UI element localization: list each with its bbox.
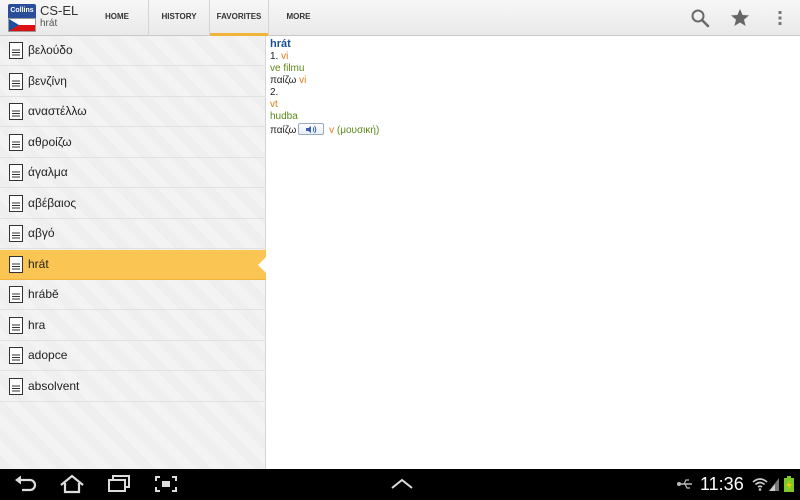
- document-icon: [9, 73, 23, 90]
- list-item-label: αναστέλλω: [28, 104, 87, 118]
- sense-number: 1.: [270, 51, 279, 62]
- action-bar: Collins CS-EL hrát HOME HISTORY FAVORITE…: [0, 0, 800, 36]
- usage-note: (μουσική): [336, 125, 380, 136]
- wifi-icon: [752, 478, 768, 491]
- list-item[interactable]: adopce: [0, 341, 266, 371]
- list-item[interactable]: βενζίνη: [0, 67, 266, 97]
- list-item-label: adopce: [28, 348, 68, 362]
- list-item[interactable]: άγαλμα: [0, 158, 266, 188]
- recent-apps-icon[interactable]: [105, 474, 133, 494]
- list-item-label: hra: [28, 318, 46, 332]
- list-item-label: absolvent: [28, 379, 80, 393]
- part-of-speech: vi: [281, 51, 289, 62]
- document-icon: [9, 317, 23, 334]
- list-item-label: βελούδο: [28, 43, 73, 57]
- list-item[interactable]: βελούδο: [0, 36, 266, 66]
- flag-icon: [8, 18, 36, 32]
- tab-history[interactable]: HISTORY: [148, 0, 209, 36]
- entry-headword: hrát: [270, 38, 291, 50]
- translation[interactable]: παίζω: [270, 125, 296, 136]
- list-item-label: αθροίζω: [28, 135, 72, 149]
- sense-number: 2.: [270, 87, 279, 98]
- tab-more[interactable]: MORE: [268, 0, 328, 36]
- document-icon: [9, 103, 23, 120]
- chevron-up-icon[interactable]: [388, 474, 416, 494]
- tab-home[interactable]: HOME: [86, 0, 148, 36]
- document-icon: [9, 286, 23, 303]
- list-item[interactable]: αβέβαιος: [0, 189, 266, 219]
- home-icon[interactable]: [58, 474, 86, 494]
- battery-charging-icon: [784, 476, 794, 492]
- list-item-label: hrábě: [28, 287, 59, 301]
- document-icon: [9, 225, 23, 242]
- sense-context: hudba: [270, 111, 298, 122]
- clock: 11:36: [700, 474, 744, 494]
- list-item-label: βενζίνη: [28, 74, 67, 88]
- list-item[interactable]: hra: [0, 311, 266, 341]
- list-item-selected[interactable]: hrát: [0, 250, 267, 280]
- list-item-label: αβέβαιος: [28, 196, 77, 210]
- document-icon: [9, 42, 23, 59]
- list-item[interactable]: αβγό: [0, 219, 266, 249]
- part-of-speech: vt: [270, 99, 278, 110]
- list-item-label: άγαλμα: [28, 165, 68, 179]
- app-icon[interactable]: Collins: [8, 4, 36, 32]
- title-block[interactable]: CS-EL hrát: [40, 3, 78, 30]
- screenshot-icon[interactable]: [152, 474, 180, 494]
- list-item[interactable]: hrábě: [0, 280, 266, 310]
- document-icon: [9, 134, 23, 151]
- signal-icon: [769, 478, 779, 491]
- overflow-menu-icon[interactable]: [768, 6, 792, 30]
- list-item-label: αβγό: [28, 226, 55, 240]
- search-icon[interactable]: [688, 6, 712, 30]
- list-item-label: hrát: [28, 257, 49, 271]
- sense-context: ve filmu: [270, 63, 305, 74]
- document-icon: [9, 256, 23, 273]
- translation[interactable]: παίζω: [270, 75, 296, 86]
- star-icon[interactable]: [728, 6, 752, 30]
- tab-bar: HOME HISTORY FAVORITES MORE: [86, 0, 328, 36]
- audio-button[interactable]: [298, 123, 325, 135]
- part-of-speech: vi: [299, 75, 307, 86]
- list-item[interactable]: αθροίζω: [0, 128, 266, 158]
- usb-icon: [677, 479, 692, 489]
- document-icon: [9, 378, 23, 395]
- speaker-icon: [306, 125, 317, 134]
- collins-logo: Collins: [8, 4, 36, 18]
- part-of-speech: v: [329, 125, 335, 136]
- list-item[interactable]: αναστέλλω: [0, 97, 266, 127]
- back-icon[interactable]: [12, 474, 40, 494]
- app-subtitle: hrát: [40, 18, 58, 29]
- list-item[interactable]: absolvent: [0, 372, 266, 402]
- document-icon: [9, 195, 23, 212]
- tab-favorites[interactable]: FAVORITES: [209, 0, 268, 36]
- dictionary-entry: hrát 1. vi ve filmu παίζω vi 2. vt hudba…: [270, 38, 790, 137]
- document-icon: [9, 347, 23, 364]
- app-title: CS-EL: [40, 3, 79, 18]
- favorites-list: βελούδο βενζίνη αναστέλλω αθροίζω άγαλμα…: [0, 36, 267, 469]
- document-icon: [9, 164, 23, 181]
- system-bar: 11:36: [0, 469, 800, 500]
